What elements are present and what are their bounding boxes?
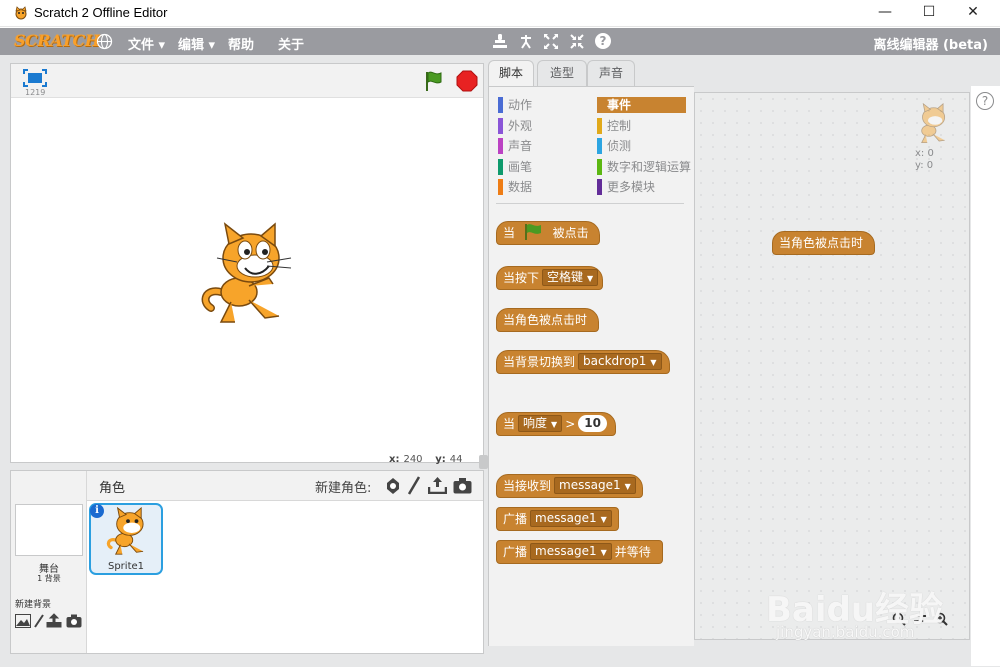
category-control[interactable]: 控制	[597, 118, 686, 134]
palette-divider	[496, 203, 684, 204]
stage-mode-label: 1219	[25, 88, 46, 97]
window-title: Scratch 2 Offline Editor	[34, 5, 168, 20]
help-circle-icon[interactable]: ?	[976, 92, 994, 110]
sprite-info-icon[interactable]: i	[90, 504, 104, 518]
block-palette: 动作 外观 声音 画笔 数据 事件 控制 侦测 数字和逻辑运算 更多模块 当 被…	[488, 86, 694, 646]
duplicate-stamp-icon[interactable]	[492, 33, 508, 50]
window-titlebar: Scratch 2 Offline Editor — ☐ ✕	[0, 0, 1000, 27]
help-icon[interactable]: ?	[594, 32, 612, 50]
when-flag-clicked-block[interactable]: 当 被点击	[496, 221, 600, 245]
script-when-sprite-clicked-block[interactable]: 当角色被点击时	[772, 231, 875, 255]
menu-bar: SCRATCH 文件 ▾ 编辑 ▾ 帮助 关于 ? 离线编辑器 (beta)	[0, 28, 1000, 55]
broadcast-wait-message-dropdown[interactable]: message1 ▼	[530, 543, 612, 560]
green-flag-icon	[525, 224, 541, 240]
category-sensing[interactable]: 侦测	[597, 138, 686, 154]
globe-icon[interactable]	[96, 33, 113, 50]
scratch-logo[interactable]: SCRATCH	[14, 31, 100, 50]
menu-edit[interactable]: 编辑 ▾	[178, 34, 215, 53]
scratch-cat-app-icon	[15, 6, 27, 20]
broadcast-message-dropdown[interactable]: message1 ▼	[530, 510, 612, 527]
stage-panel: 1219	[10, 63, 484, 463]
when-sprite-clicked-block[interactable]: 当角色被点击时	[496, 308, 599, 332]
right-gutter	[971, 86, 1000, 666]
tab-sounds[interactable]: 声音	[587, 60, 635, 86]
stage-header: 1219	[11, 64, 483, 98]
category-looks[interactable]: 外观	[498, 118, 588, 134]
sprite-position-readout: x: 0 y: 0	[915, 148, 934, 171]
category-pen[interactable]: 画笔	[498, 159, 588, 175]
sprites-header-label: 角色	[99, 481, 126, 496]
sensor-threshold-input[interactable]: 10	[578, 415, 607, 432]
stage-collapse-handle[interactable]	[479, 455, 488, 469]
scratch-cat-thumbnail	[106, 507, 144, 555]
new-sprite-label: 新建角色:	[315, 481, 372, 496]
sprite-tile-selected[interactable]: i Sprite1	[89, 503, 163, 575]
menu-help[interactable]: 帮助	[228, 34, 254, 53]
backdrop-dropdown[interactable]: backdrop1 ▼	[578, 353, 662, 370]
broadcast-and-wait-block[interactable]: 广播 message1 ▼ 并等待	[496, 540, 663, 564]
when-sensor-greater-block[interactable]: 当响度 ▼ >10	[496, 412, 616, 436]
scratch-cat-sprite-on-stage[interactable]	[199, 222, 295, 328]
stage-column: 舞台 1 背景 新建背景	[11, 471, 87, 653]
sprite-pane-header: 角色 新建角色:	[87, 471, 483, 501]
backdrop-library-icon[interactable]	[15, 614, 31, 628]
when-key-pressed-block[interactable]: 当按下 空格键 ▼	[496, 266, 603, 290]
current-sprite-ghost-icon	[921, 103, 946, 143]
maximize-button[interactable]: ☐	[906, 0, 952, 27]
category-more-blocks[interactable]: 更多模块	[597, 179, 686, 195]
stage-thumbnail[interactable]	[15, 504, 83, 556]
editor-edition-label: 离线编辑器 (beta)	[873, 38, 988, 53]
camera-backdrop-icon[interactable]	[66, 614, 82, 628]
baidu-watermark-url: jingyan.baidu.com	[776, 623, 915, 641]
minimize-button[interactable]: —	[862, 0, 908, 27]
svg-text:?: ?	[600, 34, 607, 48]
sprite-library-icon[interactable]	[384, 477, 402, 495]
stop-sign-icon[interactable]	[456, 70, 478, 92]
shrink-icon[interactable]	[569, 33, 585, 50]
upload-sprite-icon[interactable]	[428, 476, 447, 494]
sprite-name: Sprite1	[107, 561, 145, 572]
broadcast-block[interactable]: 广播 message1 ▼	[496, 507, 619, 531]
presentation-mode-icon[interactable]	[23, 69, 47, 87]
stage-backdrop-count: 1 背景	[37, 574, 61, 583]
category-operators[interactable]: 数字和逻辑运算	[597, 159, 691, 175]
green-flag-icon[interactable]	[424, 70, 444, 92]
menu-file[interactable]: 文件 ▾	[128, 34, 165, 53]
delete-scissors-icon[interactable]	[518, 33, 534, 50]
grow-icon[interactable]	[543, 33, 559, 50]
tab-scripts[interactable]: 脚本	[488, 60, 534, 87]
close-button[interactable]: ✕	[950, 0, 996, 27]
sprite-library-pane: 舞台 1 背景 新建背景 角色 新建角色: i Sprite1	[10, 470, 484, 654]
script-area[interactable]: 当角色被点击时	[694, 92, 970, 640]
when-backdrop-switches-block[interactable]: 当背景切换到 backdrop1 ▼	[496, 350, 670, 374]
category-motion[interactable]: 动作	[498, 97, 588, 113]
category-data[interactable]: 数据	[498, 179, 588, 195]
upload-backdrop-icon[interactable]	[46, 613, 62, 628]
menu-about[interactable]: 关于	[278, 34, 304, 53]
tab-costumes[interactable]: 造型	[537, 60, 587, 86]
stage-mouse-coords: x: 240 y: 44	[389, 454, 463, 465]
receive-message-dropdown[interactable]: message1 ▼	[554, 477, 636, 494]
paint-sprite-icon[interactable]	[407, 476, 421, 496]
sensor-dropdown[interactable]: 响度 ▼	[518, 415, 563, 432]
when-i-receive-block[interactable]: 当接收到 message1 ▼	[496, 474, 643, 498]
paint-backdrop-icon[interactable]	[33, 614, 45, 628]
category-sound[interactable]: 声音	[498, 138, 588, 154]
key-dropdown[interactable]: 空格键 ▼	[542, 269, 599, 286]
category-events[interactable]: 事件	[597, 97, 686, 113]
new-backdrop-label: 新建背景	[15, 600, 52, 610]
camera-sprite-icon[interactable]	[453, 477, 472, 494]
